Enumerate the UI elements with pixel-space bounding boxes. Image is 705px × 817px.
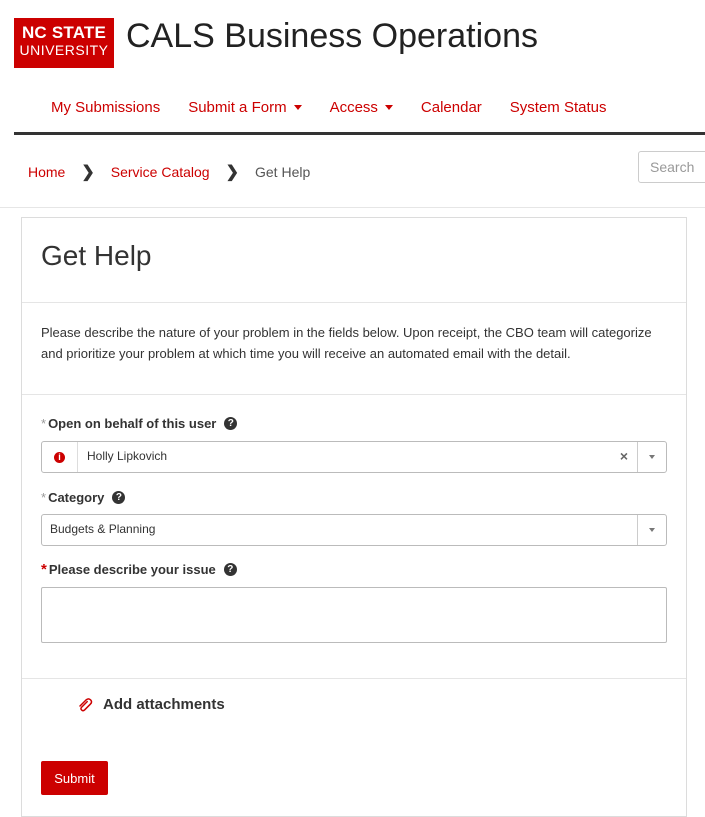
dropdown-toggle[interactable] — [637, 442, 666, 472]
site-header: NC STATE UNIVERSITY CALS Business Operat… — [0, 0, 705, 135]
ncstate-logo[interactable]: NC STATE UNIVERSITY — [14, 18, 114, 68]
get-help-form-panel: Get Help Please describe the nature of y… — [21, 217, 687, 817]
chevron-down-icon — [649, 528, 655, 532]
page-title: Get Help — [22, 218, 686, 303]
category-label-text: Category — [48, 490, 105, 505]
category-value: Budgets & Planning — [50, 522, 156, 536]
nav-label: Calendar — [420, 99, 482, 116]
nav-submit-a-form[interactable]: Submit a Form — [188, 98, 302, 118]
question-circle-icon[interactable]: ? — [224, 417, 238, 430]
nav-label: System Status — [509, 99, 607, 116]
required-marker: * — [41, 416, 47, 431]
nav-my-submissions[interactable]: My Submissions — [51, 98, 160, 118]
breadcrumb: Home ❯ Service Catalog ❯ Get Help — [28, 162, 310, 182]
paperclip-icon — [79, 697, 93, 711]
add-attachments-label: Add attachments — [103, 696, 225, 713]
nav-label: My Submissions — [51, 99, 161, 116]
site-title[interactable]: CALS Business Operations — [126, 14, 538, 58]
chevron-right-icon: ❯ — [81, 164, 95, 181]
behalf-label-text: Open on behalf of this user — [48, 416, 217, 431]
caret-down-icon — [293, 104, 302, 110]
search-input[interactable] — [638, 151, 705, 183]
times-icon[interactable]: × — [620, 448, 628, 464]
nav-system-status[interactable]: System Status — [510, 98, 607, 118]
required-marker: * — [41, 561, 47, 578]
nav-calendar[interactable]: Calendar — [421, 98, 482, 118]
behalf-user-select[interactable]: i Holly Lipkovich × — [41, 441, 667, 473]
logo-line1: NC STATE — [21, 23, 107, 42]
category-select[interactable]: Budgets & Planning — [41, 514, 667, 546]
category-label: * Category ? — [41, 490, 126, 505]
logo-line2: UNIVERSITY — [19, 42, 109, 58]
nav-label: Access — [329, 99, 378, 116]
add-attachments-button[interactable]: Add attachments — [77, 696, 225, 713]
question-circle-icon[interactable]: ? — [112, 491, 126, 504]
nav-access[interactable]: Access — [330, 98, 393, 118]
submit-button[interactable]: Submit — [41, 761, 108, 795]
chevron-down-icon — [649, 455, 655, 459]
question-circle-icon[interactable]: ? — [223, 563, 237, 576]
required-marker: * — [41, 490, 47, 505]
breadcrumb-home[interactable]: Home — [28, 164, 65, 180]
nav-label: Submit a Form — [188, 99, 287, 116]
behalf-label: * Open on behalf of this user ? — [41, 416, 238, 431]
breadcrumb-bar: Home ❯ Service Catalog ❯ Get Help — [0, 135, 705, 208]
issue-label-text: Please describe your issue — [48, 562, 216, 577]
behalf-user-value: Holly Lipkovich — [87, 449, 168, 463]
dropdown-toggle[interactable] — [637, 515, 666, 545]
main-nav: My Submissions Submit a Form Access Cale… — [51, 98, 635, 118]
breadcrumb-current: Get Help — [255, 164, 311, 180]
breadcrumb-service-catalog[interactable]: Service Catalog — [111, 164, 210, 180]
info-circle-icon-box: i — [42, 442, 78, 472]
issue-label: * Please describe your issue ? — [41, 561, 237, 578]
issue-textarea[interactable] — [41, 587, 667, 643]
chevron-right-icon: ❯ — [225, 164, 239, 181]
form-description: Please describe the nature of your probl… — [22, 303, 686, 395]
info-circle-icon: i — [54, 451, 65, 463]
caret-down-icon — [384, 104, 393, 110]
